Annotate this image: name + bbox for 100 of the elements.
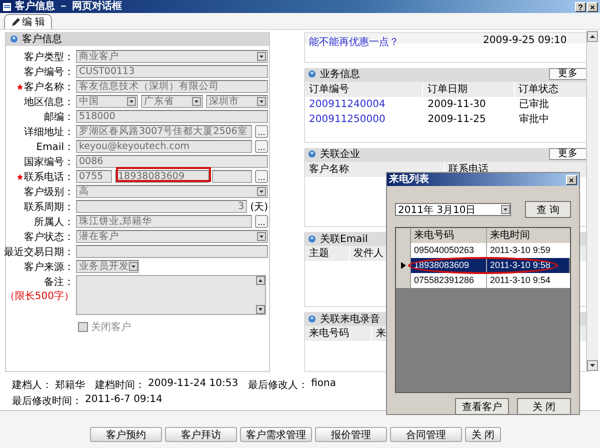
bullet-icon	[10, 35, 18, 43]
select-field[interactable]: 中国	[76, 95, 138, 108]
select-field[interactable]: 商业客户	[76, 50, 268, 63]
column-header: 订单编号	[305, 82, 424, 97]
field-label: 客户来源：	[24, 260, 74, 274]
input-field[interactable]: keyou@keyoutech.com	[76, 140, 252, 153]
select-field[interactable]: 高	[76, 185, 268, 198]
info-label: 建档人：	[12, 378, 52, 392]
input-field[interactable]	[212, 170, 252, 183]
order-link[interactable]: 200911250000	[305, 114, 424, 125]
order-link[interactable]: 200911240004	[305, 98, 424, 110]
bullet-icon	[308, 70, 316, 78]
input-field[interactable]: 0755	[76, 170, 112, 183]
lookup-button[interactable]: ...	[255, 140, 268, 153]
section-title: 关联来电录音	[320, 312, 380, 326]
info-label: 最后修改时间：	[12, 394, 82, 408]
edit-tab[interactable]: 编 辑	[4, 14, 52, 29]
call-row[interactable]: 075582391286 2011-3-10 9:54	[396, 273, 570, 288]
info-value: 郑籍华	[55, 379, 85, 392]
close-button[interactable]: ×	[566, 174, 577, 184]
info-label: 最后修改人：	[248, 378, 308, 392]
action-button[interactable]: 客户预约	[90, 427, 162, 442]
info-value: 2011-6-7 09:14	[85, 394, 162, 407]
input-field[interactable]: CUST00113	[76, 65, 268, 78]
input-field[interactable]: 客友信息技术（深圳）有限公司	[76, 80, 268, 93]
length-note: （限长500字）	[4, 290, 74, 303]
more-button[interactable]: 更多	[549, 148, 587, 160]
field-label: Email：	[36, 140, 74, 154]
checkbox[interactable]	[78, 322, 88, 332]
window-icon	[2, 2, 12, 12]
table-cell-text: 审批中	[518, 112, 550, 126]
field-label: 客户状态：	[24, 230, 74, 244]
info-value: fiona	[311, 378, 336, 391]
table-cell-text: 2009-11-30	[426, 98, 487, 110]
select-field[interactable]: 深圳市	[206, 95, 268, 108]
lookup-button[interactable]: ...	[255, 125, 268, 138]
call-row[interactable]: 095040050263 2011-3-10 9:59	[396, 243, 570, 258]
field-label: 详细地址：	[24, 126, 74, 138]
close-button[interactable]: ×	[587, 2, 598, 12]
window-title: 客户信息 － 网页对话框	[15, 0, 123, 12]
action-button[interactable]: 客户拜访	[165, 427, 237, 442]
select-field[interactable]: 业务员开发	[76, 260, 139, 273]
info-value: 2009-11-24 10:53	[148, 378, 238, 391]
pencil-icon	[11, 18, 20, 26]
select-field[interactable]: 潜在客户	[76, 230, 268, 243]
checkbox-label: 关闭客户	[91, 320, 131, 334]
column-header: 来电号码	[305, 326, 372, 342]
grid-corner	[396, 228, 411, 243]
section-title: 关联Email	[320, 232, 368, 246]
column-header: 订单日期	[423, 82, 515, 97]
field-label: 客户编号：	[24, 66, 74, 78]
bullet-icon	[308, 234, 316, 243]
field-label: 客户类型：	[24, 50, 74, 64]
bullet-icon	[308, 150, 316, 158]
column-header: 主题	[305, 246, 350, 262]
lookup-button[interactable]: ...	[255, 215, 268, 228]
query-button[interactable]: 查 询	[525, 201, 571, 218]
message-time: 2009-9-25 09:10	[483, 35, 567, 48]
bullet-icon	[308, 314, 316, 323]
column-header: 来电时间	[487, 228, 570, 243]
unit-label: (天)	[250, 200, 268, 214]
call-row[interactable]: 18938083609 2011-3-10 9:58	[396, 258, 570, 273]
row-pointer-icon	[400, 262, 406, 269]
field-label: 备注：	[44, 276, 74, 289]
more-button[interactable]: 更多	[549, 68, 587, 80]
help-button[interactable]: ?	[575, 2, 586, 12]
field-label: 所属人：	[34, 216, 74, 228]
info-label: 建档时间：	[95, 378, 145, 392]
section-title: 关联企业	[320, 148, 360, 162]
action-button[interactable]: 客户需求管理	[240, 427, 312, 442]
field-label: 地区信息：	[24, 96, 74, 108]
table-cell-text: 已审批	[518, 98, 550, 112]
input-field[interactable]	[76, 245, 268, 258]
dialog-button[interactable]: 关 闭	[517, 398, 571, 415]
date-picker[interactable]: 2011年 3月10日	[395, 203, 511, 216]
table-cell-text: 2009-11-25	[426, 114, 487, 125]
field-label: 国家编号：	[24, 156, 74, 168]
dialog-button[interactable]: 查看客户	[455, 398, 509, 415]
field-label: 联系电话：	[24, 170, 74, 184]
scrollbar[interactable]	[586, 31, 598, 371]
section-title: 业务信息	[320, 68, 360, 82]
input-field[interactable]: 0086	[76, 155, 268, 168]
input-field[interactable]: 3	[76, 200, 248, 213]
message-link[interactable]: 能不能再优惠一点？	[309, 35, 399, 60]
section-title: 客户信息	[22, 32, 62, 46]
input-field[interactable]: 518000	[76, 110, 268, 123]
action-button[interactable]: 报价管理	[315, 427, 387, 442]
field-label: 客户名称：	[24, 80, 74, 94]
field-label: 联系周期：	[24, 200, 74, 214]
field-label: 邮编：	[44, 110, 74, 124]
scroll-arrows-icon	[256, 276, 265, 314]
field-label: 最近交易日期：	[4, 246, 74, 258]
select-field[interactable]: 广东省	[141, 95, 203, 108]
input-field[interactable]: 罗湖区春风路3007号佳都大厦2506室	[76, 125, 252, 138]
input-field[interactable]: 珠江饼业,郑籍华	[76, 215, 252, 228]
textarea-field[interactable]	[76, 275, 266, 315]
action-button[interactable]: 关 闭	[465, 427, 501, 442]
column-header: 来电号码	[411, 228, 487, 243]
action-button[interactable]: 合同管理	[390, 427, 462, 442]
lookup-button[interactable]: ...	[255, 170, 268, 183]
